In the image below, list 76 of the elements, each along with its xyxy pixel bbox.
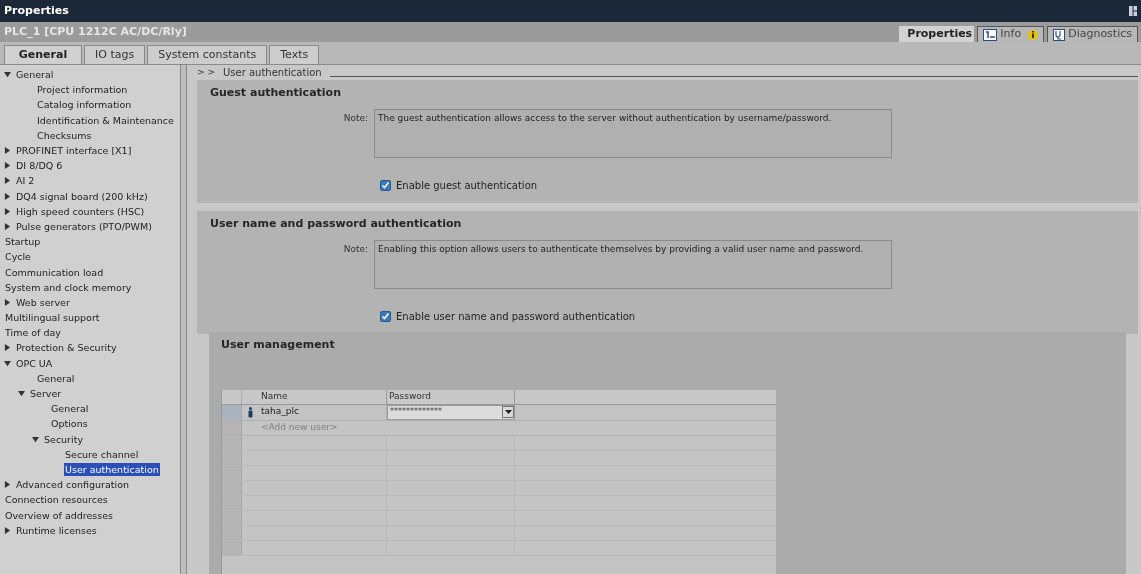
tree-item[interactable]: User authentication — [64, 462, 160, 476]
note-field: Enabling this option allows users to authenticate themselves by providing a valid user name and password. — [374, 240, 892, 289]
note-label: Note: — [343, 243, 368, 256]
view-tab[interactable]: Info — [977, 26, 1045, 42]
collapsed-arrow-icon[interactable] — [4, 192, 11, 200]
stethoscope-icon — [1053, 28, 1066, 41]
tree-item[interactable]: Options — [50, 417, 89, 431]
collapsed-arrow-icon[interactable] — [4, 222, 11, 230]
dropdown-button[interactable] — [502, 406, 514, 418]
tree-item[interactable]: Communication load — [4, 265, 105, 279]
collapsed-arrow-icon[interactable] — [4, 207, 11, 215]
view-tab[interactable]: Diagnostics — [1047, 26, 1138, 42]
tree-item[interactable]: General — [50, 402, 90, 416]
panel-layout-icon[interactable] — [1129, 6, 1137, 16]
tree-item[interactable]: General — [15, 68, 55, 82]
section-title: Guest authentication — [209, 85, 342, 101]
note-label: Note: — [343, 112, 368, 125]
tree-item[interactable]: Advanced configuration — [15, 478, 130, 492]
tree-item[interactable]: PROFINET interface [X1] — [15, 144, 133, 158]
tree-item[interactable]: AI 2 — [15, 174, 36, 188]
info-list-icon — [983, 28, 998, 41]
collapsed-arrow-icon[interactable] — [4, 162, 11, 170]
expanded-arrow-icon[interactable] — [4, 71, 11, 79]
breadcrumb-title: User authentication — [222, 66, 322, 80]
tree-item[interactable]: Web server — [15, 295, 71, 309]
note-field: The guest authentication allows access to the server without authentication by username/password. — [374, 109, 892, 158]
panel-title: User management — [221, 337, 336, 353]
tree-item[interactable]: Multilingual support — [4, 311, 101, 325]
tree-item[interactable]: Runtime licenses — [15, 523, 98, 537]
collapsed-arrow-icon[interactable] — [4, 481, 11, 489]
collapsed-arrow-icon[interactable] — [4, 147, 11, 155]
tree-item[interactable]: Security — [43, 432, 84, 446]
tab[interactable]: Texts — [269, 45, 320, 64]
caret-icon — [504, 410, 512, 414]
tree-item[interactable]: Catalog information — [36, 98, 133, 112]
tree-item[interactable]: Pulse generators (PTO/PWM) — [15, 219, 153, 233]
checkbox-label: Enable user name and password authentication — [396, 310, 636, 324]
tree-item[interactable]: Time of day — [4, 326, 62, 340]
tree-item[interactable]: DQ4 signal board (200 kHz) — [15, 189, 149, 203]
tree-item[interactable]: Server — [29, 387, 63, 401]
tree-item[interactable]: OPC UA — [15, 356, 54, 370]
tree-item[interactable]: Protection & Security — [15, 341, 118, 355]
checkbox[interactable] — [380, 311, 391, 322]
tree-item[interactable]: General — [36, 371, 76, 385]
tree-item[interactable]: Project information — [36, 83, 129, 97]
checkbox[interactable] — [380, 180, 391, 191]
tree-item[interactable]: Startup — [4, 235, 42, 249]
column-header[interactable]: Password — [387, 389, 515, 404]
user-icon — [248, 406, 253, 418]
view-tab[interactable]: Properties — [899, 26, 975, 42]
breadcrumb-arrows: > > — [197, 65, 215, 79]
expanded-arrow-icon[interactable] — [4, 359, 11, 367]
expanded-arrow-icon[interactable] — [18, 390, 25, 398]
tree-item[interactable]: Identification & Maintenance — [36, 113, 175, 127]
column-header[interactable]: Name — [259, 389, 387, 404]
tree-item[interactable]: High speed counters (HSC) — [15, 204, 146, 218]
info-badge-icon — [1028, 29, 1039, 40]
collapsed-arrow-icon[interactable] — [4, 526, 11, 534]
tab[interactable]: General — [4, 45, 82, 64]
collapsed-arrow-icon[interactable] — [4, 298, 11, 306]
expanded-arrow-icon[interactable] — [32, 435, 39, 443]
collapsed-arrow-icon[interactable] — [4, 344, 11, 352]
tree-item[interactable]: Cycle — [4, 250, 32, 264]
tree-item[interactable]: Connection resources — [4, 493, 109, 507]
section-title: User name and password authentication — [209, 216, 463, 232]
tab[interactable]: IO tags — [84, 45, 146, 64]
window-title: Properties — [4, 2, 69, 19]
collapsed-arrow-icon[interactable] — [4, 177, 11, 185]
device-title: PLC_1 [CPU 1212C AC/DC/Rly] — [3, 23, 187, 40]
tree-item[interactable]: Checksums — [36, 128, 93, 142]
tree-item[interactable]: Overview of addresses — [4, 508, 115, 522]
tree-item[interactable]: DI 8/DQ 6 — [15, 159, 64, 173]
tab[interactable]: System constants — [147, 45, 268, 64]
tree-item[interactable]: System and clock memory — [4, 280, 133, 294]
checkbox-label: Enable guest authentication — [396, 179, 538, 193]
tree-item[interactable]: Secure channel — [64, 447, 140, 461]
